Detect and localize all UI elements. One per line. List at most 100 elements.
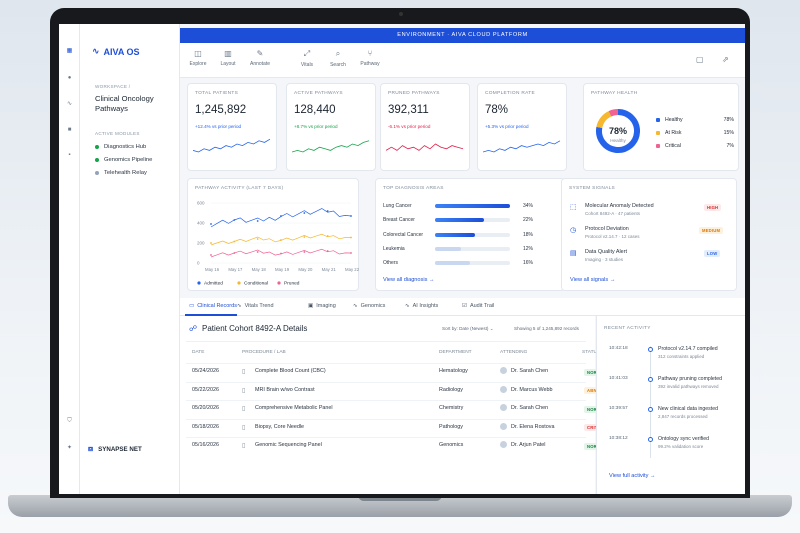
legend-label: Pruned <box>284 281 300 287</box>
toolbar-search-button[interactable]: ⌕ Search <box>323 49 353 68</box>
legend-label: Conditional <box>244 281 268 287</box>
diagnosis-bar <box>435 246 462 251</box>
cell-procedure[interactable]: Genomic Sequencing Panel <box>255 442 322 448</box>
kpi-delta: -6.1% vs prior period <box>388 124 431 129</box>
kpi-title: ACTIVE PATHWAYS <box>294 91 343 96</box>
workspace-name[interactable]: Clinical Oncology Pathways <box>95 94 173 114</box>
user-icon[interactable]: ● <box>64 72 75 83</box>
module-item[interactable]: Diagnostics Hub <box>95 144 152 150</box>
cell-procedure[interactable]: MRI Brain w/wo Contrast <box>255 387 315 393</box>
avatar <box>500 404 507 411</box>
cell-department: Pathology <box>439 423 463 430</box>
kpi-sparkline <box>193 138 271 153</box>
comment-icon[interactable]: ▢ <box>696 55 704 64</box>
column-header[interactable]: DEPARTMENT <box>439 350 472 355</box>
x-tick-label: May 16 <box>205 267 220 272</box>
sort-dropdown[interactable]: Sort by: Date (Newest) ⌄ <box>442 326 494 332</box>
avatar <box>500 422 507 430</box>
tab-vitals-trend[interactable]: ∿ Vitals Trend <box>237 303 274 309</box>
shield-icon[interactable]: ⛉ <box>64 416 75 427</box>
tab-genomics[interactable]: ∿ Genomics <box>353 303 385 309</box>
signal-title[interactable]: Protocol Deviation <box>585 226 629 232</box>
data-point <box>350 236 352 239</box>
tab-audit-trail[interactable]: ☑ Audit Trail <box>462 303 494 309</box>
sparkline-path <box>292 140 370 153</box>
chat-icon[interactable]: ▪ <box>64 149 75 160</box>
cell-attending: Dr. Arjun Patel <box>511 442 546 448</box>
tab-imaging[interactable]: ▣ Imaging <box>308 303 336 309</box>
grid-icon[interactable]: ▦ <box>64 45 75 56</box>
activity-time: 10:42:18 <box>609 346 628 351</box>
synapse-logo-icon: ⧈ <box>88 444 94 453</box>
kpi-value: 78% <box>485 104 509 116</box>
layout-icon: ▥ <box>224 49 232 58</box>
kpi-title: COMPLETION RATE <box>485 91 535 96</box>
view-all-signals-link[interactable]: View all signals → <box>570 277 615 283</box>
diagnosis-label: Lung Cancer <box>383 203 412 209</box>
settings-icon[interactable]: ✦ <box>64 442 75 453</box>
column-header[interactable]: ATTENDING <box>500 350 527 355</box>
diagnosis-bar <box>435 261 471 266</box>
view-full-activity-link[interactable]: View full activity → <box>609 473 656 479</box>
cell-department: Chemistry <box>439 405 464 411</box>
cell-procedure[interactable]: Comprehensive Metabolic Panel <box>255 405 333 411</box>
health-legend-item: Critical 7% <box>656 143 734 149</box>
diagnosis-value: 18% <box>523 231 534 238</box>
toolbar-layout-button[interactable]: ▥ Layout <box>213 49 243 67</box>
diagnosis-label: Leukemia <box>383 245 405 252</box>
cohort-icon: ☍ <box>189 324 198 333</box>
camera <box>399 12 403 16</box>
x-tick-label: May 19 <box>275 267 290 272</box>
cell-date: 05/24/2026 <box>192 368 219 374</box>
cell-procedure[interactable]: Biopsy, Core Needle <box>255 424 304 430</box>
diagnosis-card: TOP DIAGNOSIS AREAS View all diagnosis →… <box>375 178 565 291</box>
toolbar: ◫ Explore ▥ Layout ✎ Annotate ⤢ Vitals ⌕ Search ⑂ P… <box>180 43 745 78</box>
column-header[interactable]: PROCEDURE / LAB <box>242 350 286 355</box>
folder-icon[interactable]: ■ <box>64 124 75 135</box>
imaging-icon: ▣ <box>308 303 314 309</box>
pathway-health-card: PATHWAY HEALTH 78% Healthy Healthy 78% At … <box>583 83 739 171</box>
records-tabs: ▭ Clinical Records ∿ Vitals Trend ▣ Imaging ∿ G… <box>180 298 745 316</box>
data-point <box>280 252 282 255</box>
kpi-delta: +5.3% vs prior period <box>485 124 529 129</box>
data-point <box>280 215 282 217</box>
toolbar-pathway-button[interactable]: ⑂ Pathway <box>355 49 385 67</box>
tab-clinical-records[interactable]: ▭ Clinical Records <box>189 303 237 309</box>
toolbar-annotate-button[interactable]: ✎ Annotate <box>245 49 275 67</box>
module-status-dot <box>95 171 99 175</box>
share-icon[interactable]: ⇗ <box>722 55 729 64</box>
activity-title: Pathway pruning completed <box>658 376 723 382</box>
view-all-diagnosis-link[interactable]: View all diagnosis → <box>383 277 435 283</box>
column-header[interactable]: DATE <box>192 350 204 355</box>
signal-title[interactable]: Data Quality Alert <box>585 249 627 255</box>
document-icon: ▯ <box>242 424 246 431</box>
data-point <box>256 238 259 240</box>
signal-severity-badge: HIGH <box>704 204 722 211</box>
timeline-dot <box>648 407 653 412</box>
tab-ai-insights[interactable]: ∿ AI Insights <box>405 303 438 309</box>
cell-procedure[interactable]: Complete Blood Count (CBC) <box>255 368 326 374</box>
toolbar-vitals-button[interactable]: ⤢ Vitals <box>292 49 322 68</box>
activity-time: 10:39:57 <box>609 406 628 411</box>
cell-date: 05/16/2026 <box>192 442 219 448</box>
document-icon: ▯ <box>242 369 246 375</box>
x-tick-label: May 21 <box>322 267 337 272</box>
health-legend-item: At Risk 15% <box>656 130 734 136</box>
diagnosis-bar-track <box>435 218 510 223</box>
module-item[interactable]: Telehealth Relay <box>95 170 152 176</box>
donut-value: 78% <box>608 126 627 136</box>
timeline-dot <box>648 437 653 442</box>
data-point <box>256 220 259 222</box>
records-icon: ▭ <box>189 303 195 309</box>
avatar <box>500 385 507 393</box>
module-item[interactable]: Genomics Pipeline <box>95 157 152 163</box>
activity-time: 10:38:12 <box>609 436 628 441</box>
signal-title[interactable]: Molecular Anomaly Detected <box>585 203 654 209</box>
data-point <box>210 242 212 244</box>
deviation-icon: ◷ <box>570 227 577 234</box>
recent-activity-panel: RECENT ACTIVITY View full activity → 10:… <box>596 316 745 494</box>
toolbar-explore-button[interactable]: ◫ Explore <box>183 49 213 67</box>
data-point <box>326 210 329 212</box>
diagnosis-bar <box>435 232 475 237</box>
pulse-icon[interactable]: ∿ <box>64 98 75 109</box>
